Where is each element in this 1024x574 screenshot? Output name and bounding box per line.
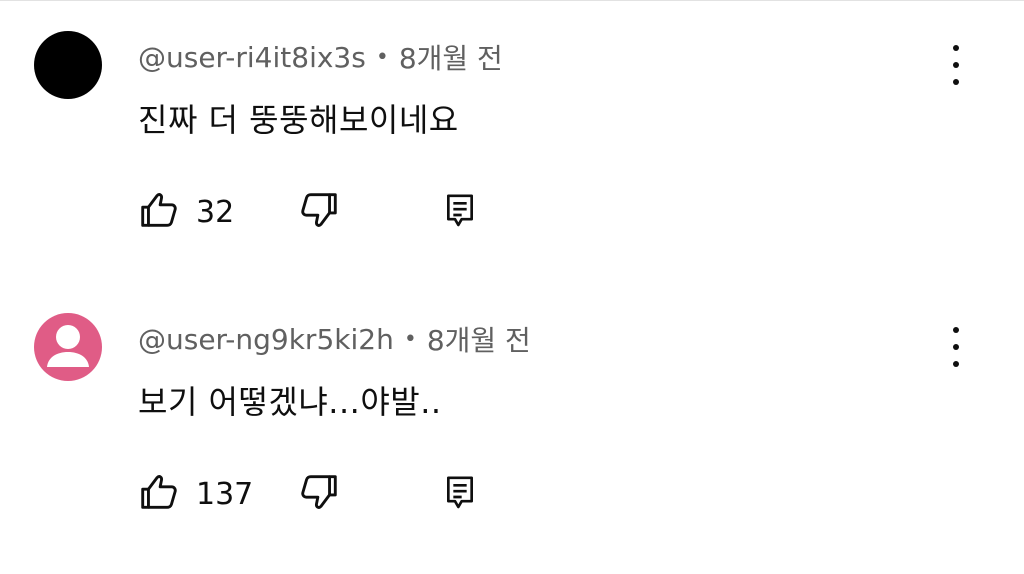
dislike-button[interactable] (296, 471, 342, 517)
separator-dot: • (375, 44, 389, 70)
like-button[interactable]: 137 (136, 471, 253, 517)
more-vert-icon (953, 327, 959, 333)
reply-icon (440, 472, 480, 516)
thumb-up-icon (136, 469, 182, 519)
reply-icon (440, 190, 480, 234)
more-vert-icon-dot (953, 361, 959, 367)
comments-section: @user-ri4it8ix3s • 8개월 전 진짜 더 뚱뚱해보이네요 32 (0, 0, 1024, 574)
thumb-down-icon (296, 469, 342, 519)
comment-item: @user-ng9kr5ki2h • 8개월 전 보기 어떻겠냐...야발.. … (0, 283, 1024, 553)
dislike-button[interactable] (296, 189, 342, 235)
comment-time: 8개월 전 (426, 324, 531, 357)
comment-actions: 137 (136, 471, 536, 517)
comment-actions: 32 (136, 189, 536, 235)
more-options-button[interactable] (940, 325, 972, 369)
more-vert-icon (953, 45, 959, 51)
comment-text: 진짜 더 뚱뚱해보이네요 (138, 101, 459, 139)
more-vert-icon-dot (953, 79, 959, 85)
reply-button[interactable] (440, 471, 480, 517)
comment-item: @user-ri4it8ix3s • 8개월 전 진짜 더 뚱뚱해보이네요 32 (0, 1, 1024, 271)
avatar[interactable] (34, 31, 102, 99)
comment-time: 8개월 전 (398, 42, 503, 75)
more-options-button[interactable] (940, 43, 972, 87)
avatar[interactable] (34, 313, 102, 381)
thumb-up-icon (136, 187, 182, 237)
comment-header: @user-ng9kr5ki2h • 8개월 전 (138, 319, 531, 359)
more-vert-icon-dot (953, 344, 959, 350)
more-vert-icon-dot (953, 62, 959, 68)
author-handle[interactable]: @user-ri4it8ix3s (138, 41, 366, 74)
author-handle[interactable]: @user-ng9kr5ki2h (138, 323, 394, 356)
separator-dot: • (403, 326, 417, 352)
comment-text: 보기 어떻겠냐...야발.. (138, 383, 442, 421)
reply-button[interactable] (440, 189, 480, 235)
comment-header: @user-ri4it8ix3s • 8개월 전 (138, 37, 503, 77)
like-count: 137 (196, 476, 254, 512)
thumb-down-icon (296, 187, 342, 237)
like-count: 32 (196, 194, 235, 230)
like-button[interactable]: 32 (136, 189, 234, 235)
